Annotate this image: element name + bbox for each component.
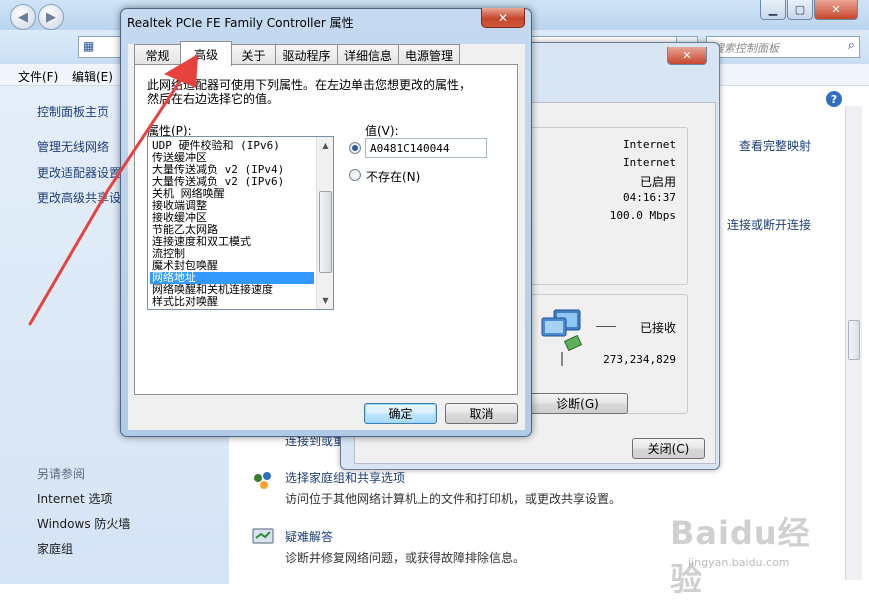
list-item[interactable]: 大量传送减负 v2 (IPv4)	[150, 164, 314, 176]
back-button[interactable]: ◀	[10, 4, 36, 30]
list-item-selected[interactable]: 网络地址	[150, 272, 314, 284]
activity-received-label: 已接收	[639, 321, 676, 335]
list-item[interactable]: 节能乙太网路	[150, 224, 314, 236]
scrollbar-thumb[interactable]	[848, 320, 860, 360]
list-item[interactable]: 接收缓冲区	[150, 212, 314, 224]
forward-arrow-icon: ▶	[46, 9, 56, 25]
search-icon: ⌕	[847, 38, 855, 53]
watermark-logo: Baidu经验	[670, 514, 811, 598]
list-item[interactable]: 流控制	[150, 248, 314, 260]
connect-disconnect-link[interactable]: 连接或断开连接	[727, 216, 811, 233]
list-item[interactable]: UDP 硬件校验和 (IPv6)	[150, 140, 314, 152]
help-icon[interactable]: ?	[826, 91, 842, 107]
diagnose-button[interactable]: 诊断(G)	[527, 393, 628, 414]
tab-general[interactable]: 常规	[134, 44, 181, 65]
tab-advanced[interactable]: 高级	[180, 41, 232, 66]
homegroup-description: 访问位于其他网络计算机上的文件和打印机，或更改共享设置。	[285, 492, 622, 506]
view-full-map-link[interactable]: 查看完整映射	[739, 137, 811, 154]
menu-edit[interactable]: 编辑(E)	[72, 68, 113, 85]
control-panel-scrollbar[interactable]	[845, 106, 862, 580]
sidebar-link-advanced-sharing[interactable]: 更改高级共享设置	[37, 189, 133, 206]
network-computers-icon	[541, 309, 583, 366]
list-item[interactable]: 样式比对唤醒	[150, 296, 314, 308]
watermark-url: jingyan.baidu.com	[688, 556, 790, 569]
homegroup-sharing-link[interactable]: 选择家庭组和共享选项	[285, 469, 405, 486]
property-list-scrollbar[interactable]: ▲ ▼	[316, 137, 333, 309]
troubleshoot-description: 诊断并修复网络问题，或获得故障排除信息。	[285, 551, 526, 565]
close-window-button[interactable]: ✕	[814, 0, 858, 20]
ok-button[interactable]: 确定	[364, 403, 437, 424]
dialog-close-button[interactable]: ✕	[481, 8, 525, 28]
status-close-dialog-button[interactable]: 关闭(C)	[632, 438, 705, 459]
list-item[interactable]: 连接速度和双工模式	[150, 236, 314, 248]
ipv6-connectivity-value: Internet	[623, 156, 676, 169]
dialog-title: Realtek PCIe FE Family Controller 属性	[127, 16, 354, 30]
scroll-down-icon[interactable]: ▼	[317, 292, 333, 309]
see-also-homegroup[interactable]: 家庭组	[37, 540, 73, 557]
see-also-internet-options[interactable]: Internet 选项	[37, 490, 112, 507]
list-item[interactable]: 传送缓冲区	[150, 152, 314, 164]
sidebar-link-wireless[interactable]: 管理无线网络	[37, 138, 109, 155]
description-line-2: 然后在右边选择它的值。	[147, 92, 280, 106]
not-present-label: 不存在(N)	[366, 170, 421, 184]
ipv4-connectivity-value: Internet	[623, 138, 676, 151]
see-also-header: 另请参阅	[37, 467, 86, 481]
value-input[interactable]: A0481C140044	[365, 138, 487, 158]
bytes-received-value: 273,234,829	[603, 353, 676, 366]
tab-details[interactable]: 详细信息	[337, 44, 399, 65]
back-arrow-icon: ◀	[18, 9, 28, 25]
baidu-watermark: Baidu经验 jingyan.baidu.com	[664, 508, 824, 598]
sidebar-link-adapter-settings[interactable]: 更改适配器设置	[37, 164, 121, 181]
sidebar-link-home[interactable]: 控制面板主页	[37, 103, 109, 120]
list-item[interactable]: 魔术封包唤醒	[150, 260, 314, 272]
homegroup-icon	[254, 472, 271, 489]
search-input[interactable]: 搜索控制面板 ⌕	[706, 36, 860, 58]
tab-about[interactable]: 关于	[231, 44, 276, 65]
value-label: 值(V):	[365, 124, 399, 138]
search-placeholder: 搜索控制面板	[713, 42, 779, 55]
scroll-up-icon[interactable]: ▲	[317, 137, 333, 154]
cancel-button[interactable]: 取消	[445, 403, 518, 424]
maximize-button[interactable]: ▢	[787, 0, 813, 20]
tab-power-management[interactable]: 电源管理	[398, 44, 460, 65]
list-item[interactable]: 接收端调整	[150, 200, 314, 212]
value-radio[interactable]	[349, 142, 361, 154]
see-also-firewall[interactable]: Windows 防火墙	[37, 515, 130, 532]
duration-value: 04:16:37	[623, 191, 676, 204]
not-present-radio[interactable]	[349, 169, 361, 181]
network-folder-icon: ▦	[83, 39, 95, 53]
menu-file[interactable]: 文件(F)	[18, 68, 58, 85]
property-list[interactable]: UDP 硬件校验和 (IPv6) 传送缓冲区 大量传送减负 v2 (IPv4) …	[147, 136, 334, 310]
list-item[interactable]: 网络唤醒和关机连接速度	[150, 284, 314, 296]
troubleshoot-link[interactable]: 疑难解答	[285, 528, 333, 545]
minimize-button[interactable]: ▁	[760, 0, 786, 20]
property-list-scroll-thumb[interactable]	[319, 191, 332, 273]
troubleshoot-icon	[252, 528, 274, 544]
media-state-value: 已启用	[639, 175, 676, 189]
speed-value: 100.0 Mbps	[609, 209, 676, 222]
list-item[interactable]: 关机 网络唤醒	[150, 188, 314, 200]
status-close-button[interactable]: ✕	[667, 47, 707, 65]
forward-button[interactable]: ▶	[38, 4, 64, 30]
tab-driver[interactable]: 驱动程序	[275, 44, 338, 65]
list-item[interactable]: 大量传送减负 v2 (IPv6)	[150, 176, 314, 188]
